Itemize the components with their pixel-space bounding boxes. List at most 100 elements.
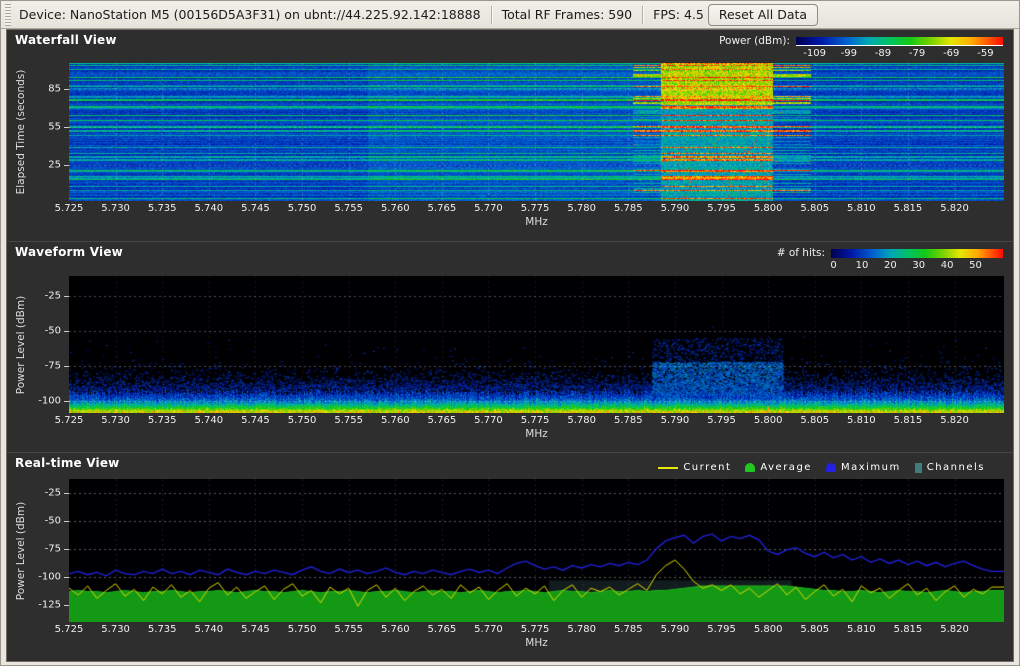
waveform-header: Waveform View # of hits: 01020304050 [7,242,1013,276]
realtime-title: Real-time View [15,456,119,470]
colorbar-tick-label: -69 [943,48,959,59]
reset-all-data-button[interactable]: Reset All Data [708,4,818,26]
freq-tick-label: 5.745 [241,415,270,426]
waterfall-spectrogram-canvas [69,63,1004,201]
toolbar-grip-handle[interactable] [5,4,11,26]
waterfall-y-axis: Elapsed Time (seconds) 855525 [7,63,69,201]
freq-tick-label: 5.755 [334,415,363,426]
freq-tick-label: 5.775 [521,624,550,635]
freq-tick-label: 5.740 [195,415,224,426]
power-colorbar-ticks: -109 -99 -89 -79 -69 -59 [796,47,1003,60]
colorbar-tick-label: -109 [803,48,826,59]
freq-tick-label: 5.725 [55,624,84,635]
freq-tick-label: 5.805 [800,203,829,214]
freq-tick-label: 5.755 [334,203,363,214]
colorbar-tick-label: 50 [969,260,982,271]
y-tick-mark [64,493,69,494]
freq-tick-label: 5.725 [55,203,84,214]
y-tick-label: -25 [45,487,61,498]
toolbar-separator [491,6,492,24]
y-tick-mark [64,401,69,402]
freq-tick-label: 5.820 [940,624,969,635]
realtime-legend: Current Average Maximum Channels [658,462,985,473]
legend-label: Current [683,462,731,473]
freq-tick-label: 5.780 [567,624,596,635]
freq-tick-label: 5.795 [707,624,736,635]
y-tick-label: -100 [38,571,61,582]
y-tick-mark [64,127,69,128]
freq-tick-label: 5.740 [195,624,224,635]
freq-tick-label: 5.800 [754,203,783,214]
y-tick-label: -75 [45,360,61,371]
colorbar-tick-label: 20 [884,260,897,271]
freq-tick-label: 5.815 [894,203,923,214]
y-tick-mark [64,521,69,522]
freq-tick-label: 5.790 [661,624,690,635]
waterfall-ylabel: Elapsed Time (seconds) [15,70,27,195]
waveform-y-axis: Power Level (dBm) -25-50-75-100 [7,276,69,413]
legend-label: Average [760,462,812,473]
realtime-header: Real-time View Current Average Maximum Chan… [7,453,1013,479]
legend-label: Maximum [841,462,901,473]
colorbar-tick-label: -79 [909,48,925,59]
waterfall-view-panel: Waterfall View Power (dBm): -109 -99 -89 -7… [7,30,1013,242]
colorbar-tick-label: -59 [977,48,993,59]
hits-colorbar-gradient [831,249,1003,258]
freq-tick-label: 5.820 [940,203,969,214]
waveform-freq-axis: 5.7255.7305.7355.7405.7455.7505.7555.760… [7,413,1013,428]
freq-tick-label: 5.810 [847,203,876,214]
freq-tick-label: 5.760 [381,415,410,426]
y-tick-mark [64,577,69,578]
freq-tick-label: 5.815 [894,415,923,426]
freq-tick-label: 5.810 [847,624,876,635]
freq-tick-label: 5.800 [754,415,783,426]
y-tick-mark [64,165,69,166]
power-colorbar-label: Power (dBm): [719,35,790,47]
freq-tick-label: 5.795 [707,415,736,426]
realtime-y-axis: Power Level (dBm) -25-50-75-100-125 [7,479,69,622]
y-tick-label: -125 [38,600,61,611]
y-tick-label: 85 [48,83,61,94]
freq-tick-label: 5.785 [614,203,643,214]
colorbar-tick-label: -99 [841,48,857,59]
freq-tick-label: 5.755 [334,624,363,635]
freq-tick-label: 5.770 [474,624,503,635]
realtime-freq-axis: 5.7255.7305.7355.7405.7455.7505.7555.760… [7,622,1013,637]
hits-colorbar-legend: # of hits: 01020304050 [777,247,1003,272]
freq-tick-label: 5.805 [800,415,829,426]
channels-swatch-icon [915,463,922,473]
realtime-freq-unit: MHz [69,637,1004,651]
realtime-ylabel: Power Level (dBm) [15,501,27,599]
freq-tick-label: 5.765 [428,415,457,426]
freq-tick-label: 5.725 [55,415,84,426]
waveform-ylabel: Power Level (dBm) [15,295,27,393]
legend-item-maximum: Maximum [826,462,901,473]
legend-label: Channels [927,462,985,473]
freq-tick-label: 5.740 [195,203,224,214]
realtime-spectrum-canvas [69,479,1004,622]
colorbar-tick-label: 30 [912,260,925,271]
y-tick-label: 25 [48,159,61,170]
waveform-persistence-canvas [69,276,1004,413]
average-swatch-icon [745,463,755,472]
freq-tick-label: 5.750 [288,624,317,635]
power-colorbar-gradient [796,37,1003,46]
total-rf-frames-label: Total RF Frames: 590 [502,7,633,22]
freq-tick-label: 5.810 [847,415,876,426]
waterfall-title: Waterfall View [15,33,117,47]
waterfall-header: Waterfall View Power (dBm): -109 -99 -89 -7… [7,30,1013,63]
freq-tick-label: 5.735 [148,624,177,635]
toolbar: Device: NanoStation M5 (00156D5A3F31) on… [1,1,1019,29]
freq-tick-label: 5.820 [940,415,969,426]
freq-tick-label: 5.745 [241,203,270,214]
freq-tick-label: 5.730 [101,415,130,426]
freq-tick-label: 5.735 [148,415,177,426]
freq-tick-label: 5.760 [381,624,410,635]
fps-label: FPS: 4.5 [653,7,704,22]
colorbar-tick-label: -89 [875,48,891,59]
waveform-freq-unit: MHz [69,428,1004,442]
y-tick-mark [64,605,69,606]
freq-tick-label: 5.730 [101,624,130,635]
y-tick-label: -50 [45,515,61,526]
freq-tick-label: 5.795 [707,203,736,214]
